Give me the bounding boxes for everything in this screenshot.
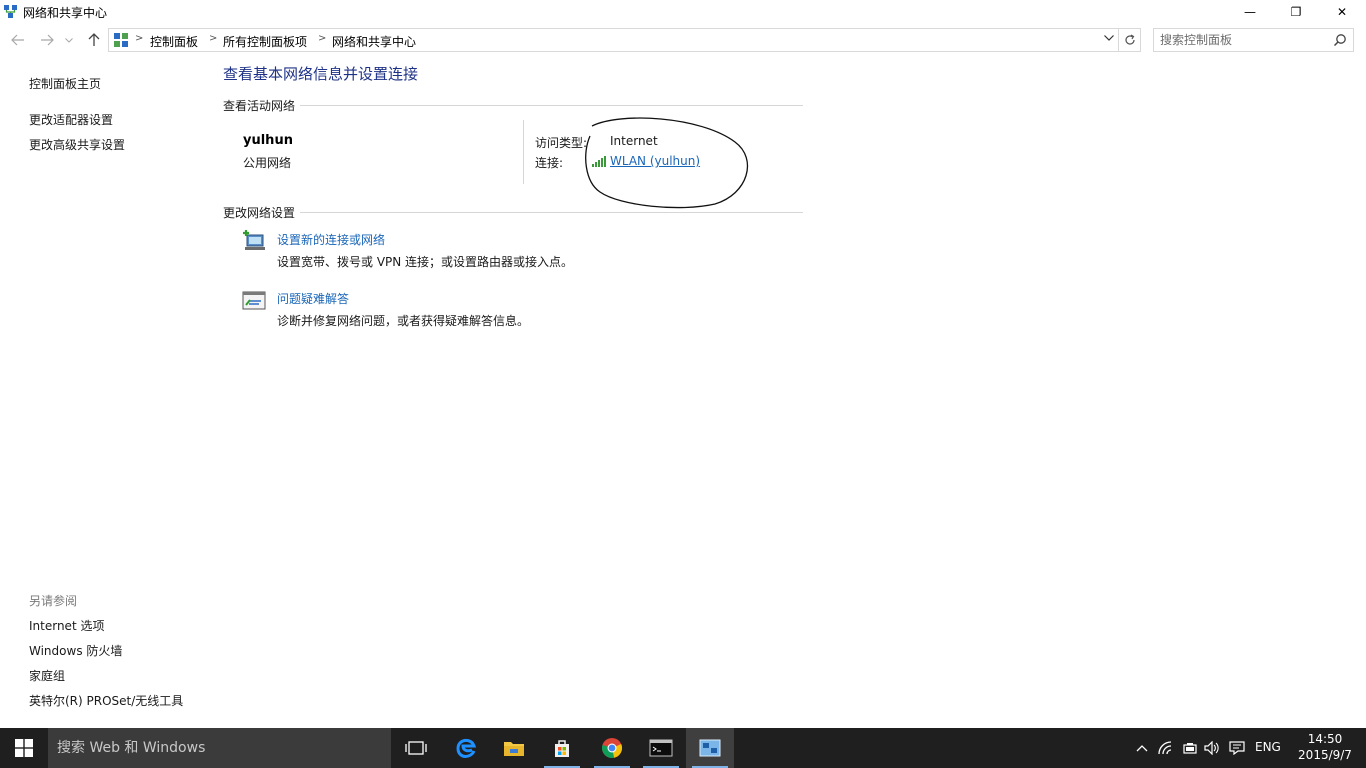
taskbar-search[interactable] bbox=[48, 728, 391, 768]
up-arrow-icon[interactable] bbox=[84, 30, 104, 50]
edge-icon bbox=[456, 738, 477, 758]
breadcrumb-control-panel[interactable]: 控制面板 bbox=[150, 33, 198, 50]
action-center-icon[interactable] bbox=[1229, 740, 1245, 756]
chevron-down-icon[interactable] bbox=[1104, 33, 1114, 44]
back-arrow-icon[interactable] bbox=[8, 30, 28, 50]
search-input[interactable] bbox=[1160, 32, 1330, 48]
active-networks-section: 查看活动网络 bbox=[223, 97, 803, 114]
change-advanced-sharing-link[interactable]: 更改高级共享设置 bbox=[29, 136, 125, 153]
command-prompt-icon bbox=[649, 739, 673, 757]
network-window-icon bbox=[699, 739, 721, 757]
chrome-icon bbox=[602, 738, 623, 758]
breadcrumb-network-center[interactable]: 网络和共享中心 bbox=[332, 33, 416, 50]
chrome-app-button[interactable] bbox=[588, 728, 636, 768]
search-icon[interactable] bbox=[1333, 33, 1347, 47]
section-divider bbox=[223, 105, 803, 106]
access-type-value: Internet bbox=[610, 134, 658, 148]
new-connection-icon[interactable] bbox=[241, 229, 267, 253]
taskbar-search-input[interactable] bbox=[57, 739, 377, 757]
task-view-icon bbox=[405, 741, 427, 755]
page-title: 查看基本网络信息并设置连接 bbox=[223, 65, 419, 83]
input-language-indicator[interactable]: ENG bbox=[1255, 740, 1281, 754]
control-panel-icon bbox=[114, 33, 128, 47]
windows-firewall-link[interactable]: Windows 防火墙 bbox=[29, 642, 122, 659]
navigation-bar: > 控制面板 > 所有控制面板项 > 网络和共享中心 bbox=[0, 26, 1366, 54]
breadcrumb-separator-icon[interactable]: > bbox=[135, 33, 143, 44]
forward-arrow-icon[interactable] bbox=[37, 30, 57, 50]
wlan-connection-link[interactable]: WLAN (yulhun) bbox=[610, 154, 700, 168]
window-title: 网络和共享中心 bbox=[23, 6, 108, 20]
windows-logo-icon bbox=[15, 739, 33, 757]
clock-time: 14:50 bbox=[1307, 732, 1343, 746]
section-divider bbox=[223, 212, 803, 213]
clock-date: 2015/9/7 bbox=[1298, 748, 1352, 762]
control-panel-home-link[interactable]: 控制面板主页 bbox=[29, 75, 101, 92]
wifi-tray-icon[interactable] bbox=[1158, 740, 1174, 756]
command-prompt-button[interactable] bbox=[637, 728, 685, 768]
change-settings-section: 更改网络设置 bbox=[223, 204, 803, 221]
section-label: 查看活动网络 bbox=[223, 97, 301, 114]
wifi-signal-icon bbox=[592, 156, 606, 167]
battery-icon[interactable] bbox=[1182, 740, 1198, 756]
section-label: 更改网络设置 bbox=[223, 204, 301, 221]
troubleshoot-icon[interactable] bbox=[241, 289, 267, 313]
refresh-icon[interactable] bbox=[1119, 28, 1141, 52]
intel-proset-link[interactable]: 英特尔(R) PROSet/无线工具 bbox=[29, 692, 183, 709]
taskbar: ENG 14:50 2015/9/7 bbox=[0, 728, 1366, 768]
file-explorer-button[interactable] bbox=[490, 728, 538, 768]
troubleshoot-desc: 诊断并修复网络问题，或者获得疑难解答信息。 bbox=[277, 314, 530, 328]
breadcrumb-separator-icon[interactable]: > bbox=[318, 33, 326, 44]
store-app-button[interactable] bbox=[538, 728, 586, 768]
search-box[interactable] bbox=[1153, 28, 1354, 52]
title-bar: 网络和共享中心 — ❐ ✕ bbox=[0, 0, 1366, 24]
network-center-icon bbox=[4, 5, 17, 18]
task-view-button[interactable] bbox=[392, 728, 440, 768]
access-type-label: 访问类型: bbox=[535, 136, 588, 150]
network-name: yulhun bbox=[243, 133, 293, 148]
network-type[interactable]: 公用网络 bbox=[243, 154, 291, 171]
change-adapter-settings-link[interactable]: 更改适配器设置 bbox=[29, 111, 113, 128]
setup-new-connection-link[interactable]: 设置新的连接或网络 bbox=[277, 231, 385, 248]
system-clock[interactable]: 14:50 2015/9/7 bbox=[1290, 731, 1360, 763]
minimize-button[interactable]: — bbox=[1227, 0, 1273, 24]
recent-locations-icon[interactable] bbox=[62, 30, 76, 50]
setup-new-connection-desc: 设置宽带、拨号或 VPN 连接；或设置路由器或接入点。 bbox=[277, 255, 574, 269]
breadcrumb-separator-icon[interactable]: > bbox=[209, 33, 217, 44]
store-icon bbox=[555, 740, 569, 757]
connection-label: 连接: bbox=[535, 156, 564, 170]
folder-icon bbox=[504, 742, 524, 756]
close-button[interactable]: ✕ bbox=[1319, 0, 1365, 24]
chevron-up-icon[interactable] bbox=[1134, 740, 1150, 756]
network-divider bbox=[523, 120, 524, 184]
address-bar[interactable]: > 控制面板 > 所有控制面板项 > 网络和共享中心 bbox=[108, 28, 1119, 52]
maximize-button[interactable]: ❐ bbox=[1273, 0, 1319, 24]
troubleshoot-link[interactable]: 问题疑难解答 bbox=[277, 290, 349, 307]
volume-icon[interactable] bbox=[1204, 740, 1220, 756]
homegroup-link[interactable]: 家庭组 bbox=[29, 667, 65, 684]
breadcrumb-all-items[interactable]: 所有控制面板项 bbox=[223, 33, 307, 50]
internet-options-link[interactable]: Internet 选项 bbox=[29, 617, 104, 634]
control-panel-app-button[interactable] bbox=[686, 728, 734, 768]
edge-app-button[interactable] bbox=[442, 728, 490, 768]
start-button[interactable] bbox=[0, 728, 48, 768]
see-also-title: 另请参阅 bbox=[29, 594, 78, 608]
